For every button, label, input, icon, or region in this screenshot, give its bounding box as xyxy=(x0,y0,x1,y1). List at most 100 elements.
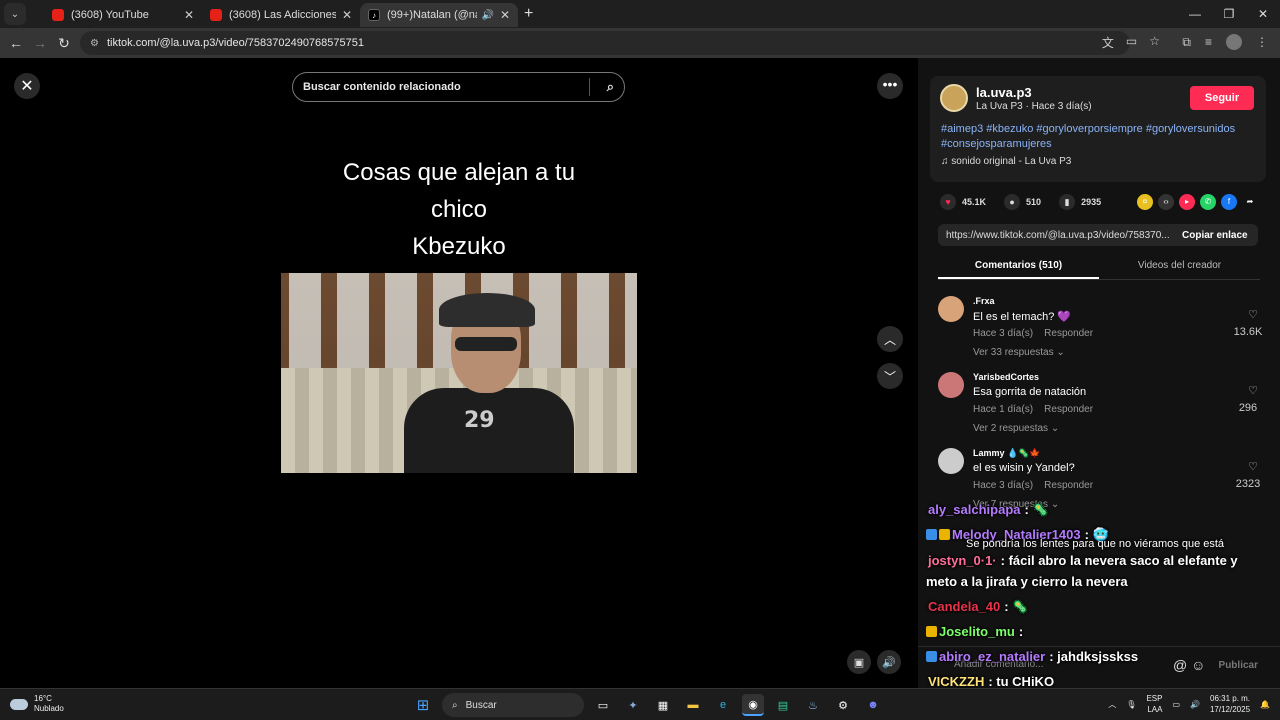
like-icon[interactable]: ♡ xyxy=(1238,460,1268,473)
site-info-icon[interactable]: ⚙ xyxy=(90,38,99,49)
tab-youtube-video[interactable]: (3608) Las Adicciones más Perturbadoras … xyxy=(202,3,360,27)
windows-start-icon[interactable]: ⊞ xyxy=(412,694,434,716)
reload-icon[interactable]: ↻ xyxy=(52,35,76,52)
more-options-icon[interactable]: ••• xyxy=(877,73,903,99)
like-icon[interactable]: ♡ xyxy=(1238,308,1268,321)
steam-icon[interactable]: ♨ xyxy=(802,694,824,716)
comment-user[interactable]: YarisbedCortes xyxy=(973,372,1039,382)
file-explorer-icon[interactable]: ▬ xyxy=(682,694,704,716)
url-field[interactable]: ⚙ tiktok.com/@la.uva.p3/video/7583702490… xyxy=(80,31,1130,55)
tab-youtube[interactable]: (3608) YouTube ✕ xyxy=(44,3,202,27)
comment-stat[interactable]: ● 510 xyxy=(1004,194,1041,210)
window-controls: — ❐ ✕ xyxy=(1178,0,1280,28)
follow-button[interactable]: Seguir xyxy=(1190,86,1254,110)
restore-icon[interactable]: ❐ xyxy=(1212,0,1246,28)
view-replies[interactable]: Ver 33 respuestas ⌄ xyxy=(973,347,1065,358)
embed-icon[interactable]: ‹› xyxy=(1158,194,1174,210)
language-indicator[interactable]: ESP LAA xyxy=(1146,693,1162,715)
commenter-avatar[interactable] xyxy=(938,372,964,398)
volume-icon[interactable]: 🔊 xyxy=(877,650,901,674)
comment-time: Hace 3 día(s) xyxy=(973,328,1034,339)
tab-close-icon[interactable]: ✕ xyxy=(342,8,352,22)
discord-icon[interactable]: ☻ xyxy=(862,694,884,716)
commenter-avatar[interactable] xyxy=(938,448,964,474)
video-link[interactable]: https://www.tiktok.com/@la.uva.p3/video/… xyxy=(938,230,1174,241)
reading-list-icon[interactable]: ≡ xyxy=(1205,35,1212,49)
comment-text: el es wisin y Yandel? xyxy=(973,462,1075,474)
reply-link[interactable]: Responder xyxy=(1044,328,1093,339)
close-window-icon[interactable]: ✕ xyxy=(1246,0,1280,28)
video-player[interactable]: Cosas que alejan a tu chico Kbezuko 29 xyxy=(281,58,637,688)
terminal-icon[interactable]: ▤ xyxy=(772,694,794,716)
tab-tiktok[interactable]: ♪ (99+)Natalan (@natalanx) | 🔊 ✕ xyxy=(360,3,518,27)
profile-avatar[interactable] xyxy=(1226,34,1242,50)
save-stat[interactable]: ▮ 2935 xyxy=(1059,194,1101,210)
whatsapp-icon[interactable]: ✆ xyxy=(1200,194,1216,210)
close-icon[interactable]: ✕ xyxy=(14,73,40,99)
system-tray: ︿ 🎙 ESP LAA ▭ 🔊 06:31 p. m. 17/12/2025 🔔 xyxy=(1108,693,1270,715)
next-video-button[interactable]: ﹀ xyxy=(877,363,903,389)
chat-msg: : 🦠 xyxy=(1024,502,1049,517)
send-icon[interactable]: ▸ xyxy=(1179,194,1195,210)
related-search-input[interactable]: Buscar contenido relacionado ⌕ xyxy=(292,72,625,102)
hashtags[interactable]: #aimep3 #kbezuko #goryloverporsiempre #g… xyxy=(941,122,1259,152)
task-view-icon[interactable]: ▭ xyxy=(592,694,614,716)
like-stat[interactable]: ♥ 45.1K xyxy=(940,194,986,210)
notifications-icon[interactable]: 🔔 xyxy=(1260,700,1270,709)
video-caption: Cosas que alejan a tu chico Kbezuko xyxy=(281,154,637,265)
minimize-icon[interactable]: — xyxy=(1178,0,1212,28)
share-arrow-icon[interactable]: ➦ xyxy=(1242,194,1258,210)
tab-comments[interactable]: Comentarios (510) xyxy=(938,256,1099,279)
edge-icon[interactable]: e xyxy=(712,694,734,716)
commenter-avatar[interactable] xyxy=(938,296,964,322)
store-icon[interactable]: ▦ xyxy=(652,694,674,716)
copilot-icon[interactable]: ✦ xyxy=(622,694,644,716)
microphone-icon[interactable]: 🎙 xyxy=(1126,700,1136,709)
divider xyxy=(589,78,590,96)
reply-link[interactable]: Responder xyxy=(1044,480,1093,491)
previous-video-button[interactable]: ︿ xyxy=(877,326,903,352)
comment-user[interactable]: Lammy 💧🦠🍁 xyxy=(973,448,1041,459)
facebook-icon[interactable]: f xyxy=(1221,194,1237,210)
mini-player-icon[interactable]: ▣ xyxy=(847,650,871,674)
tab-search-button[interactable]: ⌄ xyxy=(4,3,26,25)
reply-link[interactable]: Responder xyxy=(1044,404,1093,415)
view-replies[interactable]: Ver 2 respuestas ⌄ xyxy=(973,423,1059,434)
comment-meta: Hace 3 día(s) Responder xyxy=(973,328,1093,339)
comment-user[interactable]: .Frxa xyxy=(973,296,995,306)
bookmark-star-icon[interactable]: ☆ xyxy=(1149,34,1160,51)
cast-icon[interactable]: ▭ xyxy=(1126,34,1137,51)
network-icon[interactable]: ▭ xyxy=(1172,700,1180,709)
new-tab-button[interactable]: + xyxy=(524,5,533,23)
publish-button[interactable]: Publicar xyxy=(1219,660,1258,671)
tab-close-icon[interactable]: ✕ xyxy=(184,8,194,22)
search-icon[interactable]: ⌕ xyxy=(607,79,614,95)
like-icon[interactable]: ♡ xyxy=(1238,384,1268,397)
weather-widget[interactable]: 16°C Nublado xyxy=(10,694,64,714)
comment-meta: Hace 1 día(s) Responder xyxy=(973,404,1093,415)
chevron-up-icon[interactable]: ︿ xyxy=(1108,699,1116,710)
extensions-icon[interactable]: ⧉ xyxy=(1182,35,1191,50)
coin-icon[interactable]: ¤ xyxy=(1137,194,1153,210)
creator-avatar[interactable] xyxy=(940,84,968,112)
menu-icon[interactable]: ⋮ xyxy=(1256,35,1268,49)
volume-tray-icon[interactable]: 🔊 xyxy=(1190,700,1200,709)
copy-link-button[interactable]: Copiar enlace xyxy=(1174,230,1248,241)
tab-creator-videos[interactable]: Videos del creador xyxy=(1099,256,1260,279)
clock[interactable]: 06:31 p. m. 17/12/2025 xyxy=(1210,693,1250,715)
app-icon[interactable]: ⚙ xyxy=(832,694,854,716)
taskbar-search[interactable]: ⌕ Buscar xyxy=(442,693,584,717)
tab-close-icon[interactable]: ✕ xyxy=(500,8,510,22)
chrome-icon[interactable]: ◉ xyxy=(742,694,764,716)
search-placeholder: Buscar contenido relacionado xyxy=(303,81,461,93)
translate-icon[interactable]: 文 xyxy=(1102,34,1114,51)
mention-emoji-icons[interactable]: @ ☺ xyxy=(1173,657,1205,673)
audio-playing-icon[interactable]: 🔊 xyxy=(481,10,493,21)
creator-name[interactable]: la.uva.p3 xyxy=(976,85,1032,100)
comment-like-count: 296 xyxy=(1238,402,1258,414)
forward-icon[interactable]: → xyxy=(28,35,52,51)
sound-link[interactable]: ♫ sonido original - La Uva P3 xyxy=(941,156,1071,167)
back-icon[interactable]: ← xyxy=(4,35,28,51)
chat-user: jostyn_0·1· xyxy=(928,553,997,568)
comment-time: Hace 1 día(s) xyxy=(973,404,1034,415)
